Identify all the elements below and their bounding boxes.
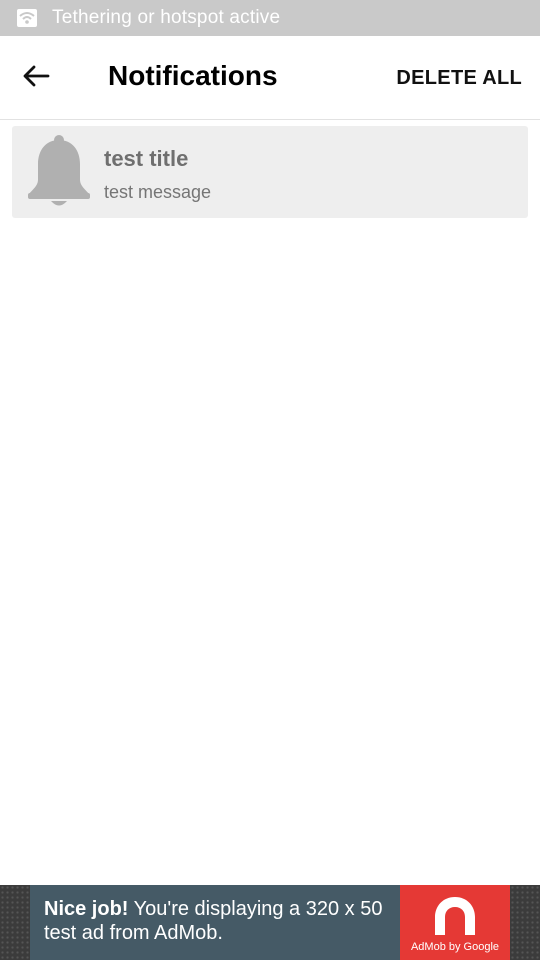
app-bar: Notifications DELETE ALL (0, 36, 540, 120)
ad-text: Nice job! You're displaying a 320 x 50 t… (44, 897, 394, 945)
notification-title: test title (104, 146, 189, 171)
hotspot-icon (16, 8, 38, 28)
notification-list: test title test message (12, 126, 528, 218)
ad-container: Nice job! You're displaying a 320 x 50 t… (0, 885, 540, 960)
admob-logo: AdMob by Google (400, 885, 510, 960)
status-text: Tethering or hotspot active (52, 7, 281, 28)
admob-icon (431, 893, 479, 944)
admob-label: AdMob by Google (410, 941, 500, 953)
ad-banner[interactable]: Nice job! You're displaying a 320 x 50 t… (30, 885, 510, 960)
arrow-left-icon (22, 64, 50, 93)
notification-item[interactable]: test title test message (12, 126, 528, 218)
ad-headline: Nice job! (44, 898, 129, 920)
page-title: Notifications (108, 60, 278, 91)
notification-message: test message (104, 182, 212, 202)
status-bar: Tethering or hotspot active (0, 0, 540, 36)
delete-all-button[interactable]: DELETE ALL (396, 67, 522, 90)
bell-icon (26, 134, 92, 210)
back-button[interactable] (14, 56, 58, 100)
